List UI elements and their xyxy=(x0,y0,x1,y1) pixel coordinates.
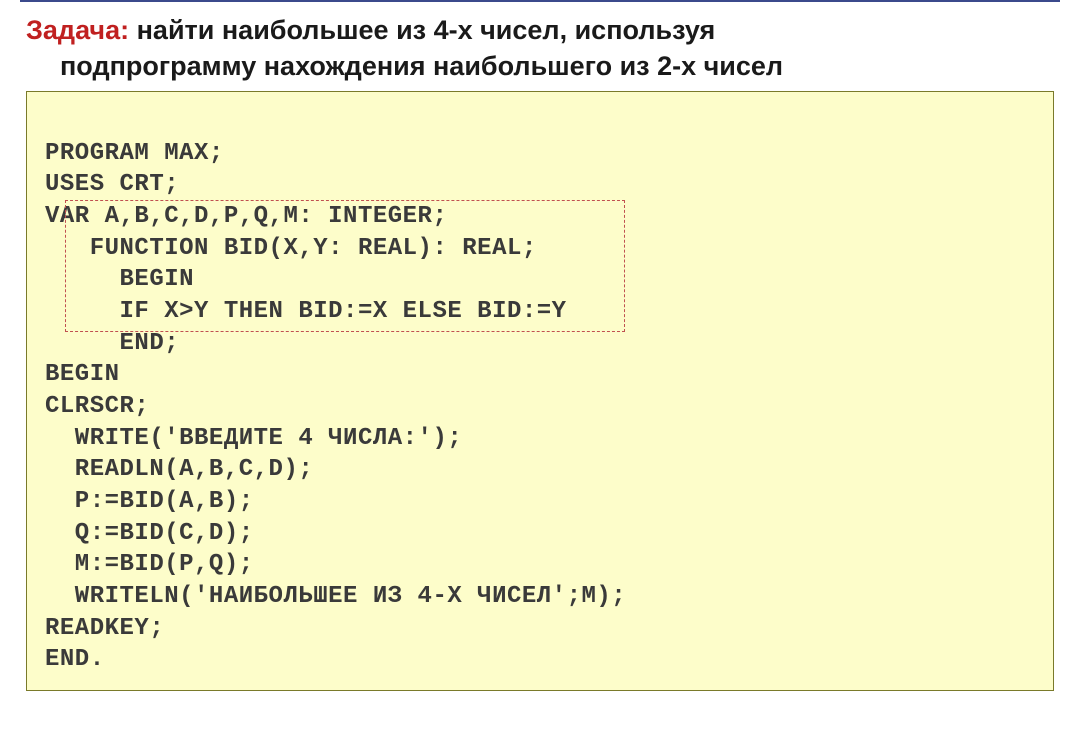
code-line: M:=BID(P,Q); xyxy=(45,551,254,578)
code-line: IF X>Y THEN BID:=X ELSE BID:=Y xyxy=(45,298,567,325)
slide-page: Задача: найти наибольшее из 4-х чисел, и… xyxy=(0,0,1080,691)
task-label: Задача: xyxy=(26,15,129,45)
code-line: USES CRT; xyxy=(45,171,179,198)
task-statement: Задача: найти наибольшее из 4-х чисел, и… xyxy=(20,12,1060,91)
task-text-line1: найти наибольшее из 4-х чисел, используя xyxy=(137,15,716,45)
code-line: CLRSCR; xyxy=(45,393,149,420)
code-line: P:=BID(A,B); xyxy=(45,488,254,515)
code-line: FUNCTION BID(X,Y: REAL): REAL; xyxy=(45,235,537,262)
code-line: WRITE('ВВЕДИТЕ 4 ЧИСЛА:'); xyxy=(45,425,462,452)
code-line: END. xyxy=(45,646,105,673)
top-rule xyxy=(20,0,1060,2)
code-line: BEGIN xyxy=(45,361,120,388)
code-line: END; xyxy=(45,330,179,357)
code-listing: PROGRAM MAX; USES CRT; VAR A,B,C,D,P,Q,M… xyxy=(26,91,1054,691)
code-line: PROGRAM MAX; xyxy=(45,140,224,167)
code-line: WRITELN('НАИБОЛЬШЕЕ ИЗ 4-Х ЧИСЕЛ';M); xyxy=(45,583,626,610)
code-line: VAR A,B,C,D,P,Q,M: INTEGER; xyxy=(45,203,447,230)
code-line: READLN(A,B,C,D); xyxy=(45,456,313,483)
code-line: READKEY; xyxy=(45,615,164,642)
task-text-line2: подпрограмму нахождения наибольшего из 2… xyxy=(26,48,1054,84)
code-line: Q:=BID(C,D); xyxy=(45,520,254,547)
code-line: BEGIN xyxy=(45,266,194,293)
